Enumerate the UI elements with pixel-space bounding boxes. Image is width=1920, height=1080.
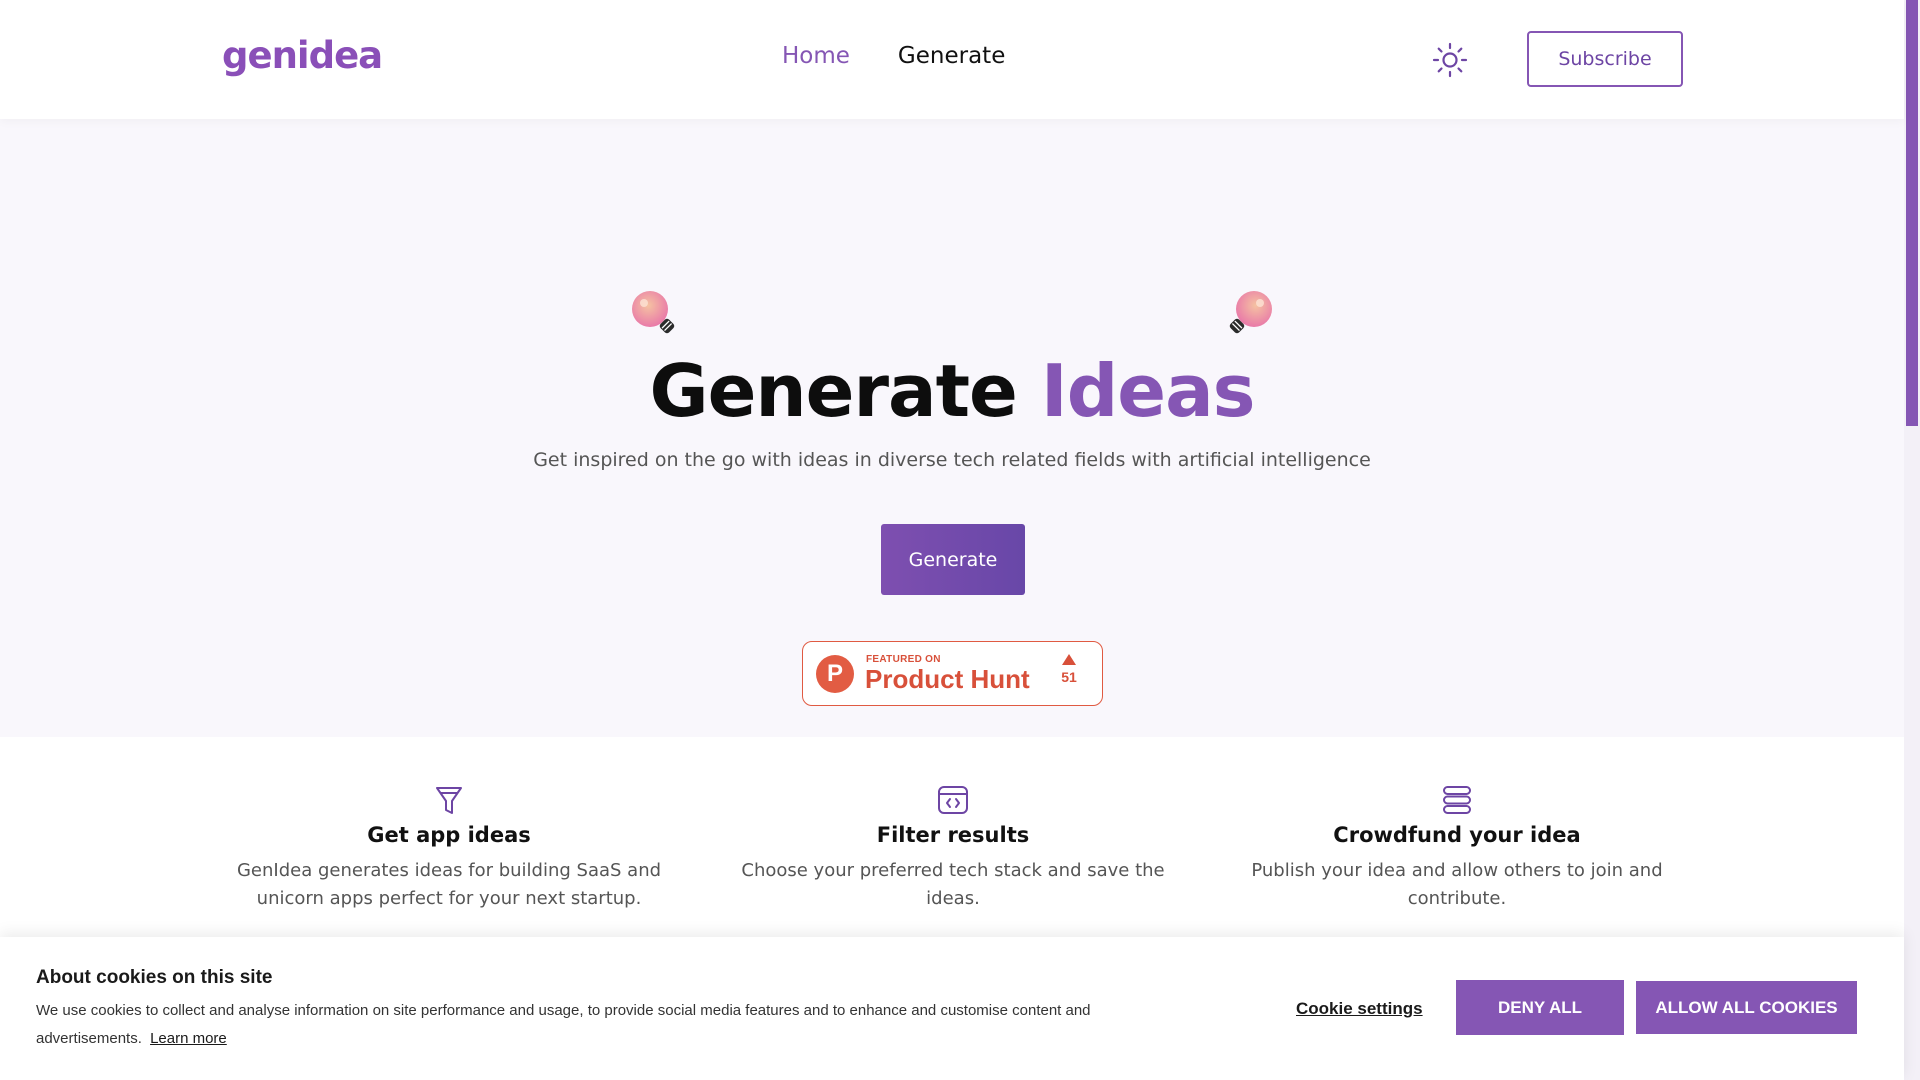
feature-title: Crowdfund your idea <box>1333 823 1581 847</box>
feature-card: Get app ideas GenIdea generates ideas fo… <box>219 783 679 913</box>
feature-title: Get app ideas <box>367 823 531 847</box>
title-main: Generate <box>649 349 1017 433</box>
cookie-settings-link[interactable]: Cookie settings <box>1296 999 1423 1019</box>
generate-button[interactable]: Generate <box>881 524 1025 595</box>
lightbulb-icon <box>1229 291 1272 334</box>
ph-name: Product Hunt <box>865 664 1030 694</box>
nav-generate[interactable]: Generate <box>898 43 1005 69</box>
feature-description: Publish your idea and allow others to jo… <box>1251 860 1663 909</box>
ph-upvote-count: 51 <box>1061 669 1077 685</box>
learn-more-link[interactable]: Learn more <box>150 1030 227 1047</box>
cookie-text: We use cookies to collect and analyse in… <box>36 997 1156 1053</box>
feature-card: Crowdfund your idea Publish your idea an… <box>1227 783 1687 913</box>
feature-description: Choose your preferred tech stack and sav… <box>741 860 1165 909</box>
upvote-arrow-icon <box>1062 654 1076 665</box>
code-window-icon <box>938 786 968 814</box>
logo[interactable]: genidea <box>222 34 383 77</box>
features-section: Get app ideas GenIdea generates ideas fo… <box>0 737 1904 937</box>
scrollbar[interactable] <box>1904 0 1920 1080</box>
feature-card: Filter results Choose your preferred tec… <box>723 783 1183 913</box>
title-accent: Ideas <box>1040 349 1256 433</box>
deny-all-button[interactable]: DENY ALL <box>1456 980 1624 1035</box>
hero-section: Generate Ideas Get inspired on the go wi… <box>0 119 1904 737</box>
ph-upvotes: 51 <box>1057 654 1081 685</box>
main-nav: Home Generate <box>782 43 1005 69</box>
stack-icon <box>1443 786 1471 814</box>
cookie-title: About cookies on this site <box>36 967 273 988</box>
product-hunt-badge[interactable]: P FEATURED ON Product Hunt 51 <box>802 641 1103 706</box>
funnel-icon <box>436 787 462 814</box>
hero-subtitle: Get inspired on the go with ideas in div… <box>533 449 1371 471</box>
cookie-banner: About cookies on this site We use cookie… <box>0 937 1904 1080</box>
scrollbar-thumb[interactable] <box>1906 0 1918 426</box>
nav-home[interactable]: Home <box>782 43 850 69</box>
theme-toggle-button[interactable] <box>1430 40 1470 80</box>
site-header: genidea Home Generate Subscribe <box>0 0 1904 119</box>
product-hunt-icon: P <box>816 655 854 693</box>
subscribe-button[interactable]: Subscribe <box>1527 31 1683 87</box>
sun-icon <box>1432 42 1468 78</box>
feature-title: Filter results <box>876 823 1030 847</box>
allow-all-cookies-button[interactable]: ALLOW ALL COOKIES <box>1636 981 1857 1034</box>
feature-description: GenIdea generates ideas for building Saa… <box>236 860 662 909</box>
page-title: Generate Ideas <box>0 349 1904 433</box>
lightbulb-icon <box>632 291 675 334</box>
